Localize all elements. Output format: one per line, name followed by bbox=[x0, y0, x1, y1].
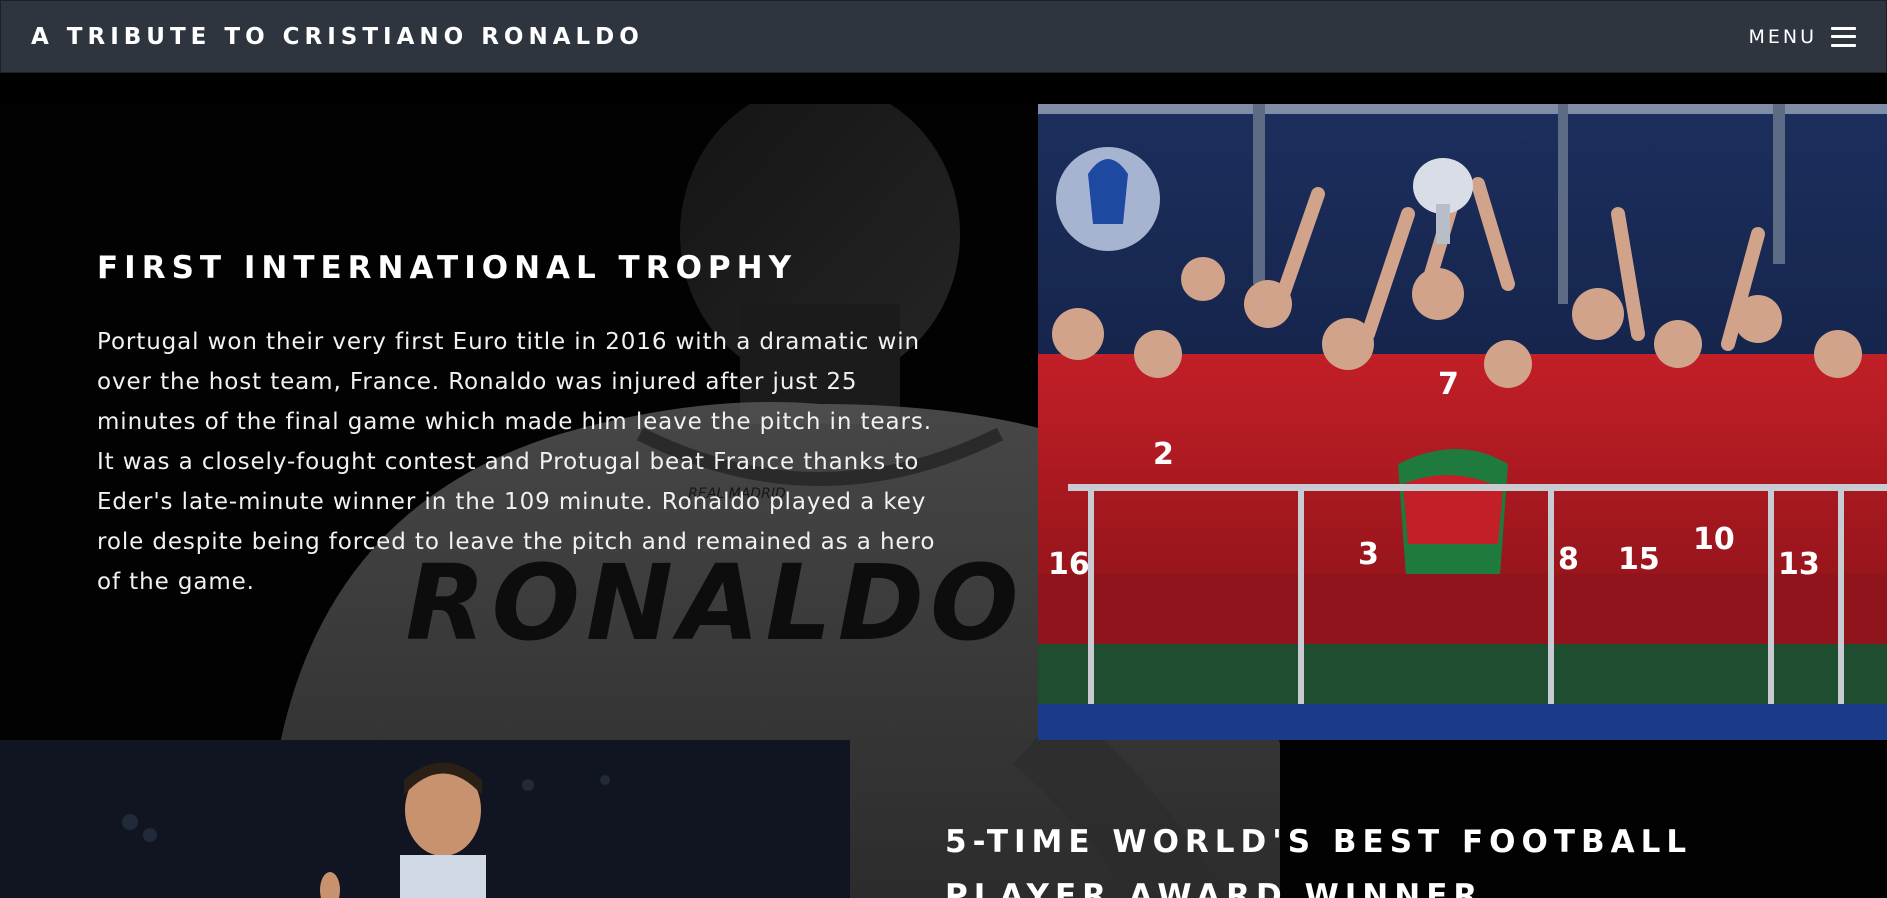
shirt-number-15: 15 bbox=[1618, 542, 1660, 577]
shirt-number-8: 8 bbox=[1558, 542, 1579, 577]
ronaldo-portrait-photo bbox=[0, 740, 850, 898]
shirt-number-7: 7 bbox=[1438, 367, 1459, 402]
menu-label[interactable]: MENU bbox=[1748, 26, 1817, 48]
shirt-number-2: 2 bbox=[1153, 437, 1174, 472]
page: A TRIBUTE TO CRISTIANO RONALDO MENU REAL… bbox=[0, 0, 1887, 898]
site-title[interactable]: A TRIBUTE TO CRISTIANO RONALDO bbox=[31, 24, 644, 50]
navbar: A TRIBUTE TO CRISTIANO RONALDO MENU bbox=[0, 0, 1887, 73]
section-first-trophy: FIRST INTERNATIONAL TROPHY Portugal won … bbox=[97, 248, 947, 602]
section-body-text: Portugal won their very first Euro title… bbox=[97, 329, 936, 595]
section-title: FIRST INTERNATIONAL TROPHY bbox=[97, 250, 798, 286]
menu-button[interactable]: MENU bbox=[1748, 26, 1856, 48]
shirt-number-13: 13 bbox=[1778, 547, 1820, 582]
trophy-celebration-photo: 7 2 3 8 15 10 13 16 bbox=[1038, 104, 1887, 740]
hamburger-icon[interactable] bbox=[1831, 26, 1856, 47]
shirt-number-10: 10 bbox=[1693, 522, 1735, 557]
section-title-awards: 5-TIME WORLD'S BEST FOOTBALL PLAYER AWAR… bbox=[945, 824, 1693, 898]
shirt-number-16: 16 bbox=[1048, 547, 1090, 582]
shirt-number-3: 3 bbox=[1358, 537, 1379, 572]
